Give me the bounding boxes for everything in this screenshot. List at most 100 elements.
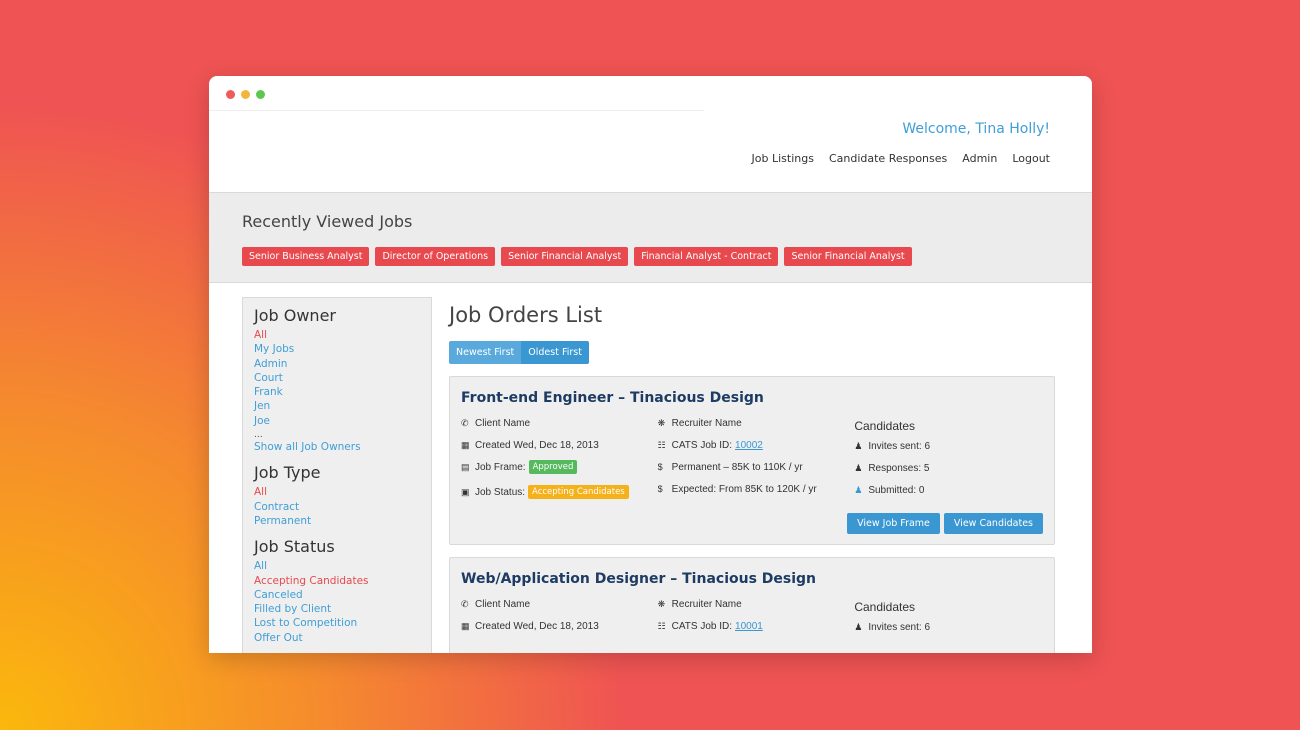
filter-status-lost[interactable]: Lost to Competition	[254, 616, 420, 630]
client-name: Client Name	[475, 599, 531, 610]
job-order-card: Front-end Engineer – Tinacious Design ✆ C…	[449, 376, 1055, 545]
site-header: Welcome, Tina Holly! Job Listings Candid…	[209, 110, 1092, 192]
recently-viewed-jobs: Recently Viewed Jobs Senior Business Ana…	[209, 192, 1092, 283]
recent-job-chip[interactable]: Financial Analyst - Contract	[634, 247, 779, 266]
sort-toggle: Newest First Oldest First	[449, 341, 1055, 364]
person-icon: ♟	[854, 463, 863, 473]
job-title[interactable]: Front-end Engineer – Tinacious Design	[461, 390, 1043, 406]
filter-status-offer-out[interactable]: Offer Out	[254, 631, 420, 645]
minimize-window-button[interactable]	[241, 90, 250, 99]
filter-heading: Job Type	[254, 463, 321, 483]
recruiter-name: Recruiter Name	[671, 599, 742, 610]
filter-owner-my-jobs[interactable]: My Jobs	[254, 342, 420, 356]
job-info-column: ❋ Recruiter Name ☷ CATS Job ID: 10001	[658, 599, 855, 644]
filter-job-owner: Job Owner All My Jobs Admin Court Frank …	[254, 306, 420, 454]
job-details-column: ✆ Client Name ▦ Created Wed, Dec 18, 2013 …	[461, 418, 658, 509]
filter-owner-admin[interactable]: Admin	[254, 357, 420, 371]
recruiter-name: Recruiter Name	[671, 418, 742, 429]
salary-expected: Expected: From 85K to 120K / yr	[671, 484, 817, 495]
barcode-icon: ☷	[657, 621, 666, 631]
close-window-button[interactable]	[226, 90, 235, 99]
cats-id-label: CATS Job ID:	[671, 440, 733, 451]
person-icon: ♟	[854, 485, 863, 495]
filter-job-status: Job Status All Accepting Candidates Canc…	[254, 537, 420, 645]
nav-job-listings[interactable]: Job Listings	[752, 152, 814, 165]
submitted-count: Submitted: 0	[868, 485, 925, 496]
person-icon: ♟	[854, 441, 863, 451]
recruiter-icon: ❋	[657, 418, 666, 428]
window-titlebar	[209, 76, 1092, 111]
top-navigation: Job Listings Candidate Responses Admin L…	[752, 152, 1050, 165]
welcome-message: Welcome, Tina Holly!	[902, 121, 1050, 137]
phone-icon: ✆	[461, 418, 469, 428]
candidates-column: Candidates ♟ Invites sent: 6 ♟ Responses: …	[854, 418, 1043, 509]
briefcase-icon: ▣	[461, 487, 470, 497]
phone-icon: ✆	[461, 599, 469, 609]
filter-heading: Job Status	[254, 537, 335, 557]
filter-type-permanent[interactable]: Permanent	[254, 514, 420, 528]
page-content: Job Owner All My Jobs Admin Court Frank …	[209, 283, 1092, 653]
card-actions: View Job Frame View Candidates	[461, 513, 1043, 534]
maximize-window-button[interactable]	[256, 90, 265, 99]
window-controls	[226, 90, 265, 99]
calendar-icon: ▦	[461, 621, 470, 631]
invites-sent: Invites sent: 6	[868, 441, 931, 452]
job-order-card: Web/Application Designer – Tinacious Des…	[449, 557, 1055, 653]
show-all-owners-link[interactable]: Show all Job Owners	[254, 440, 420, 454]
sort-oldest-button[interactable]: Oldest First	[521, 341, 589, 364]
recent-jobs-title: Recently Viewed Jobs	[242, 212, 413, 231]
job-frame-status-badge: Approved	[528, 460, 578, 474]
filter-type-contract[interactable]: Contract	[254, 500, 420, 514]
filter-status-canceled[interactable]: Canceled	[254, 588, 420, 602]
filter-owner-jen[interactable]: Jen	[254, 399, 420, 413]
nav-logout[interactable]: Logout	[1012, 152, 1050, 165]
view-candidates-button[interactable]: View Candidates	[943, 513, 1043, 534]
job-info-column: ❋ Recruiter Name ☷ CATS Job ID: 10002 $ Perm…	[658, 418, 855, 509]
filter-status-filled[interactable]: Filled by Client	[254, 602, 420, 616]
view-job-frame-button[interactable]: View Job Frame	[847, 513, 940, 534]
filter-sidebar: Job Owner All My Jobs Admin Court Frank …	[242, 297, 432, 653]
invites-sent: Invites sent: 6	[868, 622, 931, 633]
dollar-icon: $	[657, 462, 663, 472]
job-title[interactable]: Web/Application Designer – Tinacious Des…	[461, 571, 1043, 587]
filter-owner-frank[interactable]: Frank	[254, 385, 420, 399]
sort-newest-button[interactable]: Newest First	[449, 341, 522, 364]
recent-job-chip[interactable]: Director of Operations	[375, 247, 496, 266]
recent-job-chip[interactable]: Senior Financial Analyst	[784, 247, 912, 266]
cats-id-link[interactable]: 10002	[735, 440, 763, 451]
document-icon: ▤	[461, 462, 470, 472]
person-icon: ♟	[854, 622, 863, 632]
job-status-label: Job Status:	[475, 487, 526, 498]
recruiter-icon: ❋	[657, 599, 666, 609]
recent-jobs-list: Senior Business Analyst Director of Oper…	[242, 247, 1059, 266]
browser-window: Welcome, Tina Holly! Job Listings Candid…	[209, 76, 1092, 653]
cats-id-link[interactable]: 10001	[735, 621, 763, 632]
candidates-column: Candidates ♟ Invites sent: 6	[854, 599, 1043, 644]
job-frame-label: Job Frame:	[475, 462, 526, 473]
filter-type-all[interactable]: All	[254, 485, 420, 499]
filter-heading: Job Owner	[254, 306, 336, 325]
nav-admin[interactable]: Admin	[962, 152, 997, 165]
job-orders-main: Job Orders List Newest First Oldest Firs…	[449, 297, 1055, 653]
candidates-title: Candidates	[854, 600, 916, 614]
created-date: Created Wed, Dec 18, 2013	[475, 440, 599, 451]
barcode-icon: ☷	[657, 440, 666, 450]
client-name: Client Name	[475, 418, 531, 429]
salary-permanent: Permanent – 85K to 110K / yr	[671, 462, 803, 473]
filter-owner-joe[interactable]: Joe	[254, 414, 420, 428]
filter-owner-all[interactable]: All	[254, 328, 420, 342]
filter-owner-court[interactable]: Court	[254, 371, 420, 385]
candidates-title: Candidates	[854, 419, 916, 433]
cats-id-label: CATS Job ID:	[671, 621, 733, 632]
recent-job-chip[interactable]: Senior Financial Analyst	[501, 247, 629, 266]
filter-owner-ellipsis: ...	[254, 428, 263, 441]
recent-job-chip[interactable]: Senior Business Analyst	[242, 247, 370, 266]
dollar-icon: $	[657, 484, 663, 494]
job-status-badge: Accepting Candidates	[528, 485, 629, 499]
filter-job-type: Job Type All Contract Permanent	[254, 463, 420, 528]
nav-candidate-responses[interactable]: Candidate Responses	[829, 152, 947, 165]
calendar-icon: ▦	[461, 440, 470, 450]
filter-status-accepting[interactable]: Accepting Candidates	[254, 574, 420, 588]
page-title: Job Orders List	[449, 303, 603, 327]
filter-status-all[interactable]: All	[254, 559, 420, 573]
